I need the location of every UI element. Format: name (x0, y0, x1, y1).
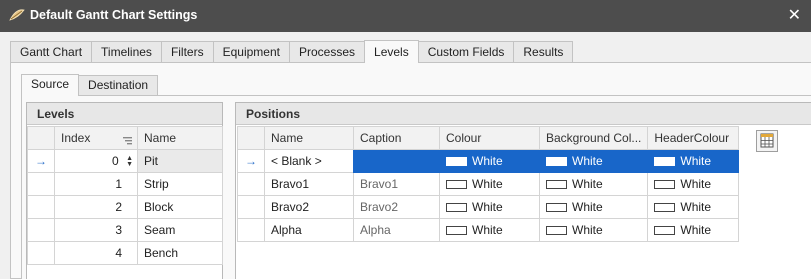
colour-swatch (654, 226, 676, 235)
level-index-cell[interactable]: 2 (54, 195, 138, 219)
level-name-cell[interactable]: Seam (137, 218, 223, 242)
main-tabstrip: Gantt Chart Timelines Filters Equipment … (10, 40, 574, 63)
position-caption-cell[interactable]: Alpha (353, 218, 440, 242)
positions-group-title: Positions (236, 103, 811, 125)
column-header-background-colour[interactable]: Background Col... (538, 126, 649, 150)
colour-cell[interactable]: White (439, 149, 540, 173)
sort-icon (123, 134, 132, 148)
positions-grid-header: Name Caption Colour Background Col... He… (237, 126, 739, 150)
header-corner (237, 126, 265, 150)
tab-source[interactable]: Source (21, 74, 80, 96)
row-pointer-icon: → (27, 149, 55, 173)
level-index-cell[interactable]: 3 (54, 218, 138, 242)
column-header-name[interactable]: Name (137, 126, 223, 150)
colour-swatch (546, 226, 567, 235)
position-caption-cell[interactable]: Bravo1 (353, 172, 440, 196)
table-row[interactable]: 2 Block (27, 195, 223, 219)
row-pointer-icon: → (237, 149, 265, 173)
level-index-cell[interactable]: 4 (54, 241, 138, 265)
column-header-index[interactable]: Index (54, 126, 138, 150)
colour-cell[interactable]: White (439, 218, 540, 242)
positions-grid: Name Caption Colour Background Col... He… (237, 126, 739, 242)
tab-processes[interactable]: Processes (288, 41, 366, 63)
sub-tabstrip: Source Destination (21, 74, 159, 96)
table-row[interactable]: 3 Seam (27, 218, 223, 242)
level-index-cell[interactable]: 1 (54, 172, 138, 196)
index-editor[interactable]: 0 ▲ ▼ (54, 149, 138, 173)
tab-levels[interactable]: Levels (364, 40, 419, 63)
level-name-cell[interactable]: Pit (137, 149, 223, 173)
source-tab-page: Levels Index Name → 0 ▲ ▼ Pit 1 Strip 2 … (21, 95, 811, 279)
colour-swatch (654, 180, 676, 189)
table-row[interactable]: Bravo1 Bravo1 White White White (237, 172, 739, 196)
colour-swatch (654, 203, 676, 212)
table-row[interactable]: 4 Bench (27, 241, 223, 265)
levels-tab-page: Source Destination Levels Index Name → 0… (10, 62, 811, 279)
background-colour-cell[interactable]: White (538, 149, 649, 173)
tab-timelines[interactable]: Timelines (91, 41, 162, 63)
tab-destination[interactable]: Destination (78, 75, 159, 96)
column-header-caption[interactable]: Caption (353, 126, 440, 150)
colour-swatch (446, 180, 467, 189)
tab-custom-fields[interactable]: Custom Fields (417, 41, 515, 63)
table-row[interactable]: → < Blank > White White White (237, 149, 739, 173)
levels-grid-header: Index Name (27, 126, 223, 150)
colour-swatch (446, 157, 467, 166)
window-title: Default Gantt Chart Settings (30, 8, 198, 22)
column-header-header-colour[interactable]: HeaderColour (647, 126, 739, 150)
background-colour-cell[interactable]: White (538, 172, 649, 196)
gantt-logo-icon (9, 9, 25, 21)
colour-swatch (546, 203, 567, 212)
window-titlebar: Default Gantt Chart Settings ✕ (0, 0, 811, 32)
background-colour-cell[interactable]: White (538, 218, 649, 242)
colour-swatch (654, 157, 676, 166)
colour-cell[interactable]: White (439, 195, 540, 219)
colour-swatch (446, 203, 467, 212)
header-colour-cell[interactable]: White (647, 195, 739, 219)
level-name-cell[interactable]: Bench (137, 241, 223, 265)
position-caption-cell[interactable]: Bravo2 (353, 195, 440, 219)
table-row[interactable]: Alpha Alpha White White White (237, 218, 739, 242)
column-chooser-icon (760, 133, 774, 148)
dialog-body: Gantt Chart Timelines Filters Equipment … (0, 32, 811, 279)
levels-grid: Index Name → 0 ▲ ▼ Pit 1 Strip 2 Block 3… (27, 126, 223, 265)
position-name-cell[interactable]: < Blank > (264, 149, 354, 173)
position-name-cell[interactable]: Bravo2 (264, 195, 354, 219)
tab-gantt-chart[interactable]: Gantt Chart (10, 41, 93, 63)
header-colour-cell[interactable]: White (647, 172, 739, 196)
levels-group: Levels Index Name → 0 ▲ ▼ Pit 1 Strip 2 … (26, 102, 223, 279)
close-icon[interactable]: ✕ (788, 5, 801, 25)
background-colour-cell[interactable]: White (538, 195, 649, 219)
table-row[interactable]: 1 Strip (27, 172, 223, 196)
spin-buttons-icon[interactable]: ▲ ▼ (125, 155, 133, 168)
level-name-cell[interactable]: Strip (137, 172, 223, 196)
colour-swatch (446, 226, 467, 235)
level-name-cell[interactable]: Block (137, 195, 223, 219)
positions-group: Positions Name Caption Colour Background… (235, 102, 811, 279)
header-corner (27, 126, 55, 150)
colour-swatch (546, 157, 567, 166)
table-row[interactable]: → 0 ▲ ▼ Pit (27, 149, 223, 173)
column-header-name[interactable]: Name (264, 126, 354, 150)
colour-cell[interactable]: White (439, 172, 540, 196)
column-chooser-button[interactable] (756, 130, 778, 152)
header-colour-cell[interactable]: White (647, 218, 739, 242)
position-name-cell[interactable]: Alpha (264, 218, 354, 242)
position-name-cell[interactable]: Bravo1 (264, 172, 354, 196)
tab-results[interactable]: Results (513, 41, 574, 63)
header-colour-cell[interactable]: White (647, 149, 739, 173)
position-caption-cell[interactable] (353, 149, 440, 173)
levels-group-title: Levels (27, 103, 222, 125)
tab-equipment[interactable]: Equipment (212, 41, 290, 63)
colour-swatch (546, 180, 567, 189)
table-row[interactable]: Bravo2 Bravo2 White White White (237, 195, 739, 219)
tab-filters[interactable]: Filters (160, 41, 214, 63)
column-header-colour[interactable]: Colour (439, 126, 540, 150)
